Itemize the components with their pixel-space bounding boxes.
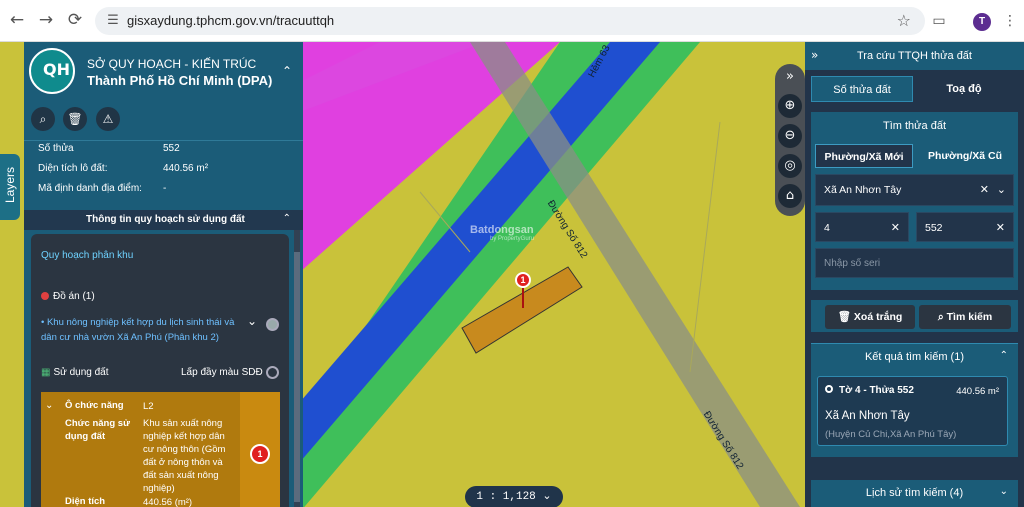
search-icon: ⌕ [937,311,947,323]
collapse-icon[interactable]: ⌃ [282,64,292,78]
lookup-header: » Tra cứu TTQH thửa đất [805,42,1024,70]
collapse-icon[interactable]: ⌃ [1000,350,1008,361]
right-panel: » Tra cứu TTQH thửa đất Số thửa đất Toạ … [805,42,1024,507]
action-buttons: 🗑 Xoá trắng ⌕ Tìm kiếm [811,300,1018,332]
zone-label: Chức năng sử dụng đất [65,418,130,442]
tab-so-thua-dat[interactable]: Số thửa đất [811,76,913,102]
zoom-out-icon[interactable]: ⊖ [778,124,802,148]
locate-icon[interactable]: ◎ [778,154,802,178]
info-label: Mã định danh địa điểm: [38,183,142,194]
chevron-down-icon[interactable]: ⌄ [247,314,257,328]
home-icon[interactable]: ⌂ [778,184,802,208]
parcel-marker[interactable]: 1 [515,272,531,288]
info-value: 552 [163,143,180,154]
chevron-down-icon[interactable]: ⌄ [997,183,1006,196]
scrollbar-thumb[interactable] [294,252,300,502]
layers-tab[interactable]: Layers [0,154,20,220]
clear-icon[interactable]: ✕ [891,221,900,234]
sheet-input[interactable]: 4 ✕ [815,212,909,242]
location-pin-icon [825,385,833,393]
parcel-input[interactable]: 552 ✕ [916,212,1014,242]
collapse-icon[interactable]: ⌃ [283,213,291,224]
marker-stem [522,288,524,308]
info-value: 440.56 m² [163,163,209,174]
clear-icon[interactable]: ✕ [996,221,1005,234]
search-history-header[interactable]: Lịch sử tìm kiếm (4) ⌄ [811,480,1018,507]
more-icon[interactable]: ⋮ [1000,10,1020,32]
fill-color-label: Lấp đầy màu SDĐ [181,367,263,378]
card-heading: Quy hoạch phân khu [41,250,134,261]
expand-icon[interactable]: » [778,65,802,89]
collapse-right-icon[interactable]: » [811,48,818,62]
map-layers-icon: ▦ [41,367,51,378]
browser-toolbar: ← → ⟳ ☰ gisxaydung.tphcm.gov.vn/tracuutt… [0,0,1024,42]
info-label: Số thửa [38,143,74,154]
trash-icon: 🗑 [837,311,854,323]
result-ward: Xã An Nhơn Tây [825,410,910,422]
plan-link[interactable]: • Khu nông nghiệp kết hợp du lịch sinh t… [41,315,241,345]
zone-value: Khu sản xuất nông nghiệp kết hợp dân cư … [143,418,226,494]
planning-section-header[interactable]: Thông tin quy hoạch sử dụng đất ⌃ [24,210,303,230]
dpa-logo: QH [29,48,75,94]
do-an-label: Đồ án (1) [41,291,95,302]
result-old-ward: (Huyện Củ Chi,Xã An Phú Tây) [825,429,957,440]
search-icon[interactable]: ⌕ [31,107,55,131]
zone-label: Ô chức năng [65,400,124,411]
clear-icon[interactable]: ✕ [980,183,989,196]
agency-name: SỞ QUY HOẠCH - KIẾN TRÚC [87,57,257,71]
zone-details: ⌄ Ô chức năng L2 Chức năng sử dụng đất K… [41,392,280,507]
back-arrow-icon[interactable]: ← [6,9,28,31]
plan-radio[interactable] [266,318,279,331]
warning-icon[interactable]: ⚠ [96,107,120,131]
tab-ward-old[interactable]: Phường/Xã Cũ [916,144,1014,168]
watermark: Batdongsan by PropertyGuru [470,224,535,242]
map-toolbar: » ⊕ ⊖ ◎ ⌂ [775,64,805,216]
result-title: Tờ 4 - Thửa 552 [825,385,914,396]
cast-icon[interactable]: ▭ [929,10,949,32]
trash-icon[interactable]: 🗑 [63,107,87,131]
location-pin-icon [41,292,49,301]
city-name: Thành Phố Hồ Chí Minh (DPA) [87,73,273,88]
clear-button[interactable]: 🗑 Xoá trắng [825,305,915,329]
url-text[interactable]: gisxaydung.tphcm.gov.vn/tracuuttqh [127,13,334,28]
scale-text: 1 : 1,128 [476,491,536,503]
zone-value: 440.56 (m²) [143,497,193,507]
zone-badge: 1 [250,444,270,464]
panel-header: QH SỞ QUY HOẠCH - KIẾN TRÚC Thành Phố Hồ… [24,42,303,98]
reload-icon[interactable]: ⟳ [64,9,86,31]
result-area: 440.56 m² [956,386,999,397]
info-label: Diện tích lô đất: [38,163,108,174]
seri-input[interactable]: Nhập số seri [815,248,1014,278]
zone-label: Diện tích [65,496,106,507]
ward-select[interactable]: Xã An Nhơn Tây ✕ ⌄ [815,174,1014,206]
info-value: - [163,183,167,194]
address-bar[interactable]: ☰ gisxaydung.tphcm.gov.vn/tracuuttqh ☆ [95,7,925,35]
chevron-down-icon[interactable]: ⌄ [1000,486,1008,497]
tab-ward-new[interactable]: Phường/Xã Mới [815,144,913,168]
parcel-finder: Tìm thửa đất Phường/Xã Mới Phường/Xã Cũ … [811,112,1018,290]
fill-color-radio[interactable] [266,366,279,379]
finder-title: Tìm thửa đất [883,120,946,132]
search-button[interactable]: ⌕ Tìm kiếm [919,305,1011,329]
forward-arrow-icon[interactable]: → [35,9,57,31]
left-panel: QH SỞ QUY HOẠCH - KIẾN TRÚC Thành Phố Hồ… [24,42,303,507]
scale-selector[interactable]: 1 : 1,128 ⌄ [465,486,563,507]
results-list: Tờ 4 - Thửa 552 440.56 m² Xã An Nhơn Tây… [811,369,1018,457]
results-header[interactable]: Kết quả tìm kiếm (1) ⌃ [811,343,1018,369]
result-item[interactable]: Tờ 4 - Thửa 552 440.56 m² Xã An Nhơn Tây… [817,376,1008,446]
zone-value: L2 [143,401,154,412]
bookmark-star-icon[interactable]: ☆ [897,11,911,30]
land-use-label: ▦ Sử dụng đất [41,367,109,378]
zoom-in-icon[interactable]: ⊕ [778,94,802,118]
site-settings-icon[interactable]: ☰ [104,12,122,30]
avatar[interactable]: T [973,13,991,31]
parcel-info: Số thửa 552 Diện tích lô đất: 440.56 m² … [24,140,303,210]
tab-toa-do[interactable]: Toạ độ [913,76,1015,102]
chevron-down-icon[interactable]: ⌄ [45,400,53,411]
panel-tools: ⌕ 🗑 ⚠ [24,98,303,140]
planning-card: Quy hoạch phân khu Đồ án (1) • Khu nông … [31,234,289,507]
